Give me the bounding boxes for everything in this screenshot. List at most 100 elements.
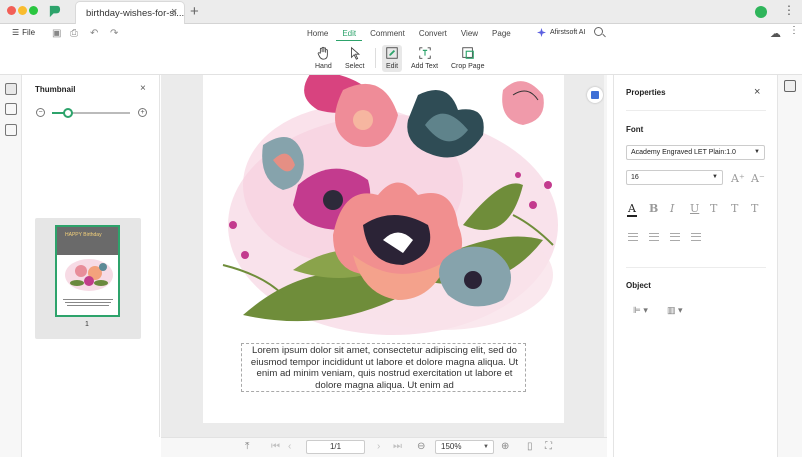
- floral-illustration[interactable]: [203, 75, 564, 343]
- crop-page-tool-button[interactable]: Crop Page: [451, 46, 484, 70]
- new-tab-icon[interactable]: +: [190, 3, 199, 20]
- redo-icon[interactable]: ↷: [110, 28, 118, 39]
- properties-panel-icon[interactable]: [784, 80, 796, 92]
- strikethrough-icon[interactable]: T: [710, 202, 717, 215]
- underline-icon[interactable]: U: [690, 202, 699, 215]
- thumbnail-text-line: [67, 305, 109, 306]
- italic-icon[interactable]: I: [670, 202, 674, 215]
- add-text-tool-label: Add Text: [411, 63, 439, 70]
- thumbnail-header-image: HAPPY Birthday: [57, 227, 118, 255]
- font-size-value: 16: [631, 174, 639, 181]
- divider: [626, 110, 766, 111]
- left-sidebar-rail: [0, 75, 22, 457]
- document-tab-title: birthday-wishes-for-si...: [86, 8, 185, 19]
- ai-assistant-button[interactable]: Afirstsoft AI: [537, 28, 585, 37]
- search-icon[interactable]: [594, 27, 603, 36]
- next-page-icon[interactable]: ›: [377, 441, 380, 452]
- increase-font-size-icon[interactable]: A⁺: [731, 172, 745, 185]
- chevron-down-icon: ▼: [754, 149, 760, 155]
- document-tab[interactable]: birthday-wishes-for-si... ×: [75, 1, 185, 24]
- vertical-scrollbar[interactable]: [604, 75, 607, 437]
- tab-convert[interactable]: Convert: [412, 28, 454, 41]
- tab-home[interactable]: Home: [300, 28, 335, 41]
- more-options-icon[interactable]: ⋮: [789, 25, 799, 36]
- bold-icon[interactable]: B: [649, 202, 658, 215]
- window-tab-bar: birthday-wishes-for-si... × + ⋮: [0, 0, 802, 24]
- edit-tool-button[interactable]: Edit: [382, 45, 402, 72]
- add-text-tool-button[interactable]: Add Text: [411, 46, 438, 70]
- zoom-out-icon[interactable]: ⊖: [417, 441, 425, 452]
- editable-text-box[interactable]: Lorem ipsum dolor sit amet, consectetur …: [241, 343, 526, 392]
- align-center-icon[interactable]: [649, 233, 659, 241]
- last-page-icon[interactable]: ⏭: [393, 441, 402, 452]
- ai-assistant-label: Afirstsoft AI: [550, 29, 586, 36]
- thumbnail-zoom-slider[interactable]: [52, 108, 130, 118]
- align-right-icon[interactable]: [670, 233, 680, 241]
- pdf-page[interactable]: Lorem ipsum dolor sit amet, consectetur …: [203, 75, 564, 423]
- thumbnail-panel-icon[interactable]: [5, 83, 17, 95]
- close-tab-icon[interactable]: ×: [171, 6, 177, 18]
- previous-page-icon[interactable]: ‹: [288, 441, 291, 452]
- scroll-to-top-icon[interactable]: ⤒: [245, 441, 249, 452]
- fit-page-icon[interactable]: ⛶: [545, 441, 552, 452]
- align-justify-icon[interactable]: [691, 233, 701, 241]
- page-thumbnail[interactable]: HAPPY Birthday 1: [35, 218, 141, 339]
- first-page-icon[interactable]: ⏮: [271, 441, 280, 452]
- undo-icon[interactable]: ↶: [90, 28, 98, 39]
- crop-icon: [462, 47, 474, 59]
- right-sidebar-rail: [777, 75, 802, 457]
- page-number-input[interactable]: 1/1: [306, 440, 365, 454]
- text-style-icon[interactable]: T: [731, 202, 738, 215]
- align-left-icon[interactable]: [628, 233, 638, 241]
- text-color-icon[interactable]: A: [628, 202, 636, 215]
- more-icon[interactable]: ⋮: [783, 3, 795, 17]
- save-icon[interactable]: ▣: [52, 28, 61, 39]
- tab-comment[interactable]: Comment: [363, 28, 412, 41]
- sparkle-icon: [537, 28, 546, 37]
- app-logo-icon: [49, 5, 61, 18]
- text-color-swatch: [627, 215, 637, 217]
- file-menu-label: File: [22, 28, 36, 37]
- thumbnail-text-line: [63, 299, 113, 300]
- comment-panel-icon[interactable]: [5, 124, 17, 136]
- thumbnail-flowers-image: [65, 259, 113, 291]
- file-menu-button[interactable]: ☰ File: [12, 28, 35, 37]
- single-page-view-icon[interactable]: ▯: [527, 441, 533, 452]
- floating-translate-button[interactable]: [587, 87, 603, 103]
- select-tool-button[interactable]: Select: [345, 46, 364, 70]
- minimize-window-button[interactable]: [18, 6, 27, 15]
- close-icon[interactable]: ×: [140, 83, 146, 94]
- document-canvas[interactable]: Lorem ipsum dolor sit amet, consectetur …: [161, 75, 607, 437]
- thumbnail-text-line: [65, 302, 111, 303]
- zoom-level-select[interactable]: 150% ▼: [435, 440, 494, 454]
- zoom-in-icon[interactable]: ⊕: [501, 441, 509, 452]
- status-bar: ⤒ ⏮ ‹ 1/1 › ⏭ ⊖ 150% ▼ ⊕ ▯ ⛶: [161, 437, 607, 457]
- hand-tool-button[interactable]: Hand: [315, 46, 332, 70]
- hand-tool-label: Hand: [315, 63, 332, 70]
- object-align-dropdown-icon[interactable]: ⊫ ▾: [633, 305, 648, 316]
- font-size-select[interactable]: 16 ▼: [626, 170, 723, 185]
- object-distribute-dropdown-icon[interactable]: ▥ ▾: [667, 305, 683, 316]
- thumbnail-zoom-handle[interactable]: [62, 108, 73, 118]
- toolbar-divider: [375, 48, 376, 68]
- cloud-icon[interactable]: ☁: [770, 27, 781, 40]
- tab-edit[interactable]: Edit: [335, 28, 363, 41]
- tab-view[interactable]: View: [454, 28, 485, 41]
- properties-title: Properties: [626, 88, 666, 97]
- print-icon[interactable]: ⎙: [70, 28, 78, 39]
- decrease-font-size-icon[interactable]: A⁻: [751, 172, 765, 185]
- thumbnail-panel-title: Thumbnail: [35, 85, 76, 94]
- user-avatar[interactable]: [755, 6, 767, 18]
- body-text[interactable]: Lorem ipsum dolor sit amet, consectetur …: [242, 345, 527, 391]
- close-window-button[interactable]: [7, 6, 16, 15]
- zoom-in-icon[interactable]: +: [138, 108, 147, 117]
- cursor-icon: [350, 46, 360, 60]
- subscript-icon[interactable]: T: [751, 202, 758, 215]
- maximize-window-button[interactable]: [29, 6, 38, 15]
- font-family-select[interactable]: Academy Engraved LET Plain:1.0 ▼: [626, 145, 765, 160]
- bookmark-icon[interactable]: [5, 103, 17, 115]
- properties-panel: Properties × Font Academy Engraved LET P…: [613, 75, 777, 457]
- tab-page[interactable]: Page: [485, 28, 518, 41]
- close-icon[interactable]: ×: [754, 86, 760, 98]
- zoom-out-icon[interactable]: −: [36, 108, 45, 117]
